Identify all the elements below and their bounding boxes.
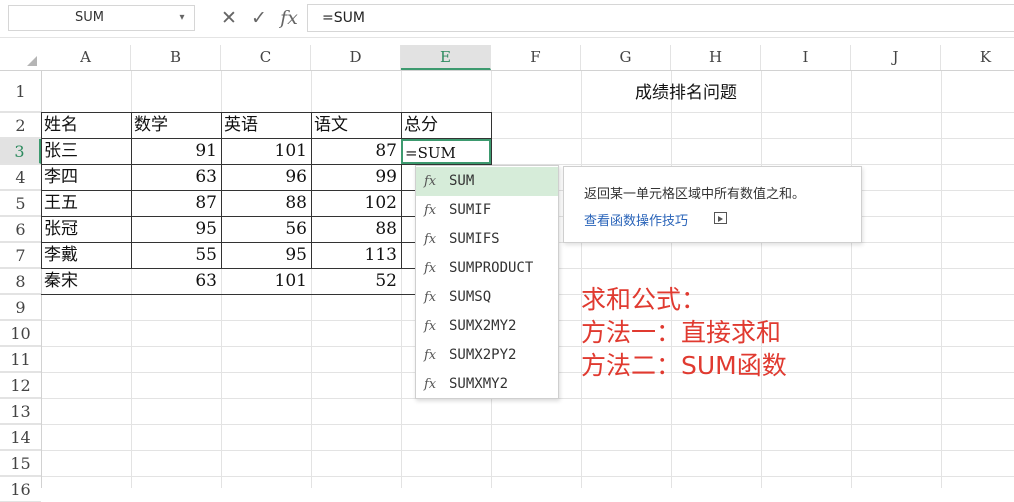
function-icon: fx	[424, 290, 437, 305]
note-line-1: 求和公式：	[581, 285, 707, 314]
header-cell[interactable]: 姓名	[41, 113, 131, 138]
english-score-cell[interactable]: 56	[221, 217, 311, 242]
row-header-3[interactable]: 3	[0, 139, 41, 164]
name-cell[interactable]: 李戴	[41, 243, 131, 268]
math-score-cell[interactable]: 95	[131, 217, 221, 242]
math-score-cell[interactable]: 87	[131, 191, 221, 216]
column-header-d[interactable]: D	[311, 45, 401, 70]
row-header-15[interactable]: 15	[0, 451, 41, 476]
autocomplete-item-sumif[interactable]: fx SUMIF	[416, 196, 558, 225]
function-name: SUMPRODUCT	[449, 260, 534, 276]
column-header-e[interactable]: E	[401, 45, 491, 70]
function-name: SUMIFS	[449, 231, 500, 247]
header-cell[interactable]: 数学	[131, 113, 221, 138]
row-header-14[interactable]: 14	[0, 425, 41, 450]
header-cell[interactable]: 总分	[401, 113, 491, 138]
row-header-1[interactable]: 1	[0, 71, 41, 112]
function-name: SUMSQ	[449, 289, 492, 305]
column-header-c[interactable]: C	[221, 45, 311, 70]
column-header-j[interactable]: J	[851, 45, 941, 70]
row-header-9[interactable]: 9	[0, 295, 41, 320]
select-all-corner[interactable]	[0, 45, 41, 70]
name-cell[interactable]: 张三	[41, 139, 131, 164]
chinese-score-cell[interactable]: 99	[311, 165, 401, 190]
english-score-cell[interactable]: 88	[221, 191, 311, 216]
function-description: 返回某一单元格区域中所有数值之和。	[584, 187, 806, 202]
name-cell[interactable]: 张冠	[41, 217, 131, 242]
note-line-2: 方法一：直接求和	[581, 318, 782, 347]
row-header-12[interactable]: 12	[0, 373, 41, 398]
autocomplete-item-sumsq[interactable]: fx SUMSQ	[416, 283, 558, 312]
english-score-cell[interactable]: 96	[221, 165, 311, 190]
row-header-8[interactable]: 8	[0, 269, 41, 294]
english-score-cell[interactable]: 101	[221, 139, 311, 164]
column-header-g[interactable]: G	[581, 45, 671, 70]
row-header-7[interactable]: 7	[0, 243, 41, 268]
function-autocomplete-list[interactable]: fx SUM fx SUMIF fx SUMIFS fx SUMPRODUCT fx SUMSQ f…	[415, 165, 559, 399]
function-name: SUMX2MY2	[449, 318, 517, 334]
function-name: SUMX2PY2	[449, 347, 517, 363]
row-header-10[interactable]: 10	[0, 321, 41, 346]
column-header-f[interactable]: F	[491, 45, 581, 70]
autocomplete-item-sumproduct[interactable]: fx SUMPRODUCT	[416, 254, 558, 283]
english-score-cell[interactable]: 95	[221, 243, 311, 268]
function-icon: fx	[424, 348, 437, 363]
math-score-cell[interactable]: 63	[131, 165, 221, 190]
column-header-i[interactable]: I	[761, 45, 851, 70]
function-name: SUMXMY2	[449, 376, 509, 392]
autocomplete-item-sumifs[interactable]: fx SUMIFS	[416, 225, 558, 254]
row-header-13[interactable]: 13	[0, 399, 41, 424]
function-tips-link[interactable]: 查看函数操作技巧	[584, 210, 688, 229]
math-score-cell[interactable]: 63	[131, 269, 221, 294]
function-icon: fx	[424, 261, 437, 276]
autocomplete-item-sumx2my2[interactable]: fx SUMX2MY2	[416, 312, 558, 341]
note-line-3: 方法二：SUM函数	[581, 351, 787, 380]
column-header-b[interactable]: B	[131, 45, 221, 70]
function-name: SUMIF	[449, 202, 492, 218]
column-header-k[interactable]: K	[941, 45, 1014, 70]
function-icon: fx	[424, 319, 437, 334]
column-header-a[interactable]: A	[41, 45, 131, 70]
chinese-score-cell[interactable]: 113	[311, 243, 401, 268]
name-cell[interactable]: 王五	[41, 191, 131, 216]
row-header-16[interactable]: 16	[0, 477, 41, 502]
chinese-score-cell[interactable]: 52	[311, 269, 401, 294]
row-header-4[interactable]: 4	[0, 165, 41, 190]
sheet-title: 成绩排名问题	[635, 83, 737, 103]
function-icon: fx	[424, 174, 437, 189]
row-header-11[interactable]: 11	[0, 347, 41, 372]
function-tooltip: 返回某一单元格区域中所有数值之和。 查看函数操作技巧	[563, 166, 862, 243]
chinese-score-cell[interactable]: 102	[311, 191, 401, 216]
autocomplete-item-sumx2py2[interactable]: fx SUMX2PY2	[416, 341, 558, 370]
active-cell-editor[interactable]: =SUM	[401, 139, 491, 164]
name-cell[interactable]: 秦宋	[41, 269, 131, 294]
function-icon: fx	[424, 232, 437, 247]
autocomplete-item-sum[interactable]: fx SUM	[416, 167, 558, 196]
chinese-score-cell[interactable]: 87	[311, 139, 401, 164]
header-cell[interactable]: 英语	[221, 113, 311, 138]
row-header-2[interactable]: 2	[0, 113, 41, 138]
function-icon: fx	[424, 377, 437, 392]
math-score-cell[interactable]: 55	[131, 243, 221, 268]
autocomplete-item-sumxmy2[interactable]: fx SUMXMY2	[416, 370, 558, 399]
math-score-cell[interactable]: 91	[131, 139, 221, 164]
video-icon[interactable]	[714, 212, 727, 224]
function-icon: fx	[424, 203, 437, 218]
english-score-cell[interactable]: 101	[221, 269, 311, 294]
name-cell[interactable]: 李四	[41, 165, 131, 190]
row-header-5[interactable]: 5	[0, 191, 41, 216]
column-header-h[interactable]: H	[671, 45, 761, 70]
function-name: SUM	[449, 173, 475, 189]
row-header-6[interactable]: 6	[0, 217, 41, 242]
header-cell[interactable]: 语文	[311, 113, 401, 138]
chinese-score-cell[interactable]: 88	[311, 217, 401, 242]
